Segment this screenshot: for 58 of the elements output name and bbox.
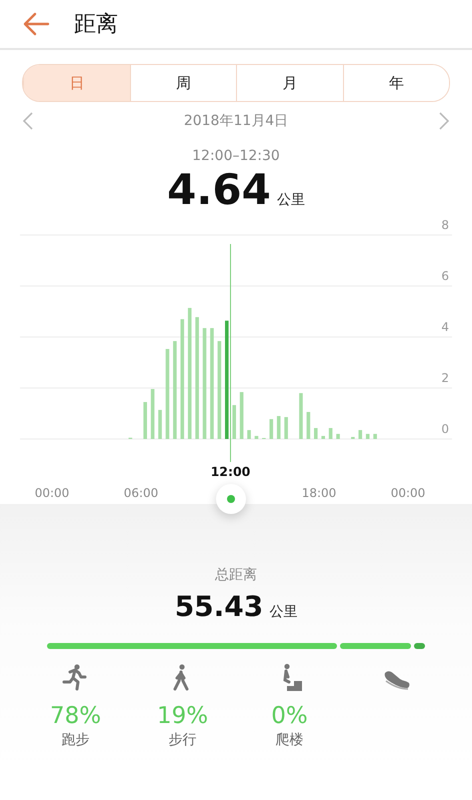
- activity-percent: 0%: [271, 703, 308, 729]
- distance-bar[interactable]: [202, 328, 206, 439]
- distance-bar[interactable]: [195, 317, 199, 439]
- distance-bar[interactable]: [328, 428, 332, 439]
- next-date-icon[interactable]: [438, 111, 450, 131]
- x-tick-label: 06:00: [124, 486, 158, 500]
- y-tick-label: 8: [441, 218, 449, 232]
- distance-bar[interactable]: [188, 308, 192, 439]
- distance-bar[interactable]: [321, 436, 326, 439]
- distance-unit: 公里: [276, 191, 305, 209]
- distance-bar[interactable]: [180, 319, 184, 439]
- distance-bar[interactable]: [270, 419, 274, 439]
- distance-bar[interactable]: [150, 389, 154, 439]
- time-slider-handle[interactable]: [216, 484, 246, 514]
- distance-bar[interactable]: [373, 434, 377, 439]
- distance-bar[interactable]: [314, 428, 318, 439]
- x-tick-label: 00:00: [390, 486, 426, 500]
- y-tick-label: 4: [441, 320, 449, 334]
- page-title: 距离: [74, 11, 118, 39]
- distance-bar[interactable]: [299, 393, 303, 439]
- activity-label: 步行: [168, 731, 196, 749]
- selected-time-label: 12:00: [210, 464, 250, 479]
- period-tab[interactable]: 年: [342, 65, 449, 101]
- distance-bar[interactable]: [210, 328, 214, 439]
- distance-bar[interactable]: [336, 434, 340, 439]
- distance-bar[interactable]: [276, 416, 281, 439]
- activity-label: 爬楼: [276, 731, 304, 749]
- back-icon[interactable]: [22, 12, 50, 36]
- distance-bar[interactable]: [225, 320, 229, 439]
- distance-bar[interactable]: [166, 348, 170, 439]
- distance-bar[interactable]: [366, 434, 370, 439]
- x-tick-label: 00:00: [34, 486, 70, 500]
- total-distance-value: 55.43: [174, 590, 264, 623]
- total-distance-label: 总距离: [215, 566, 257, 584]
- distance-bar[interactable]: [240, 392, 244, 439]
- activity-percent: 78%: [50, 703, 102, 729]
- y-tick-label: 2: [441, 371, 449, 385]
- distance-unit: 公里: [269, 603, 298, 621]
- prev-date-icon[interactable]: [22, 111, 34, 131]
- distance-bar[interactable]: [232, 405, 236, 439]
- y-tick-label: 6: [441, 269, 449, 283]
- distance-bar[interactable]: [158, 410, 162, 439]
- date-label: 2018年11月4日: [184, 112, 288, 130]
- distance-bar[interactable]: [351, 436, 355, 439]
- distance-value: 4.64: [167, 166, 271, 214]
- distance-bar[interactable]: [218, 341, 222, 439]
- distance-bar[interactable]: [143, 402, 148, 439]
- distance-bar[interactable]: [306, 412, 310, 439]
- time-range: 12:00–12:30: [192, 148, 280, 164]
- distance-bar[interactable]: [247, 430, 251, 439]
- y-tick-label: 0: [441, 422, 449, 436]
- distance-bar[interactable]: [173, 341, 177, 439]
- distance-bar[interactable]: [254, 436, 258, 439]
- activity-percent: 19%: [156, 703, 208, 729]
- distance-bar[interactable]: [358, 430, 362, 439]
- activity-label: 跑步: [62, 731, 90, 749]
- x-tick-label: 18:00: [302, 486, 336, 500]
- distance-bar[interactable]: [284, 417, 288, 439]
